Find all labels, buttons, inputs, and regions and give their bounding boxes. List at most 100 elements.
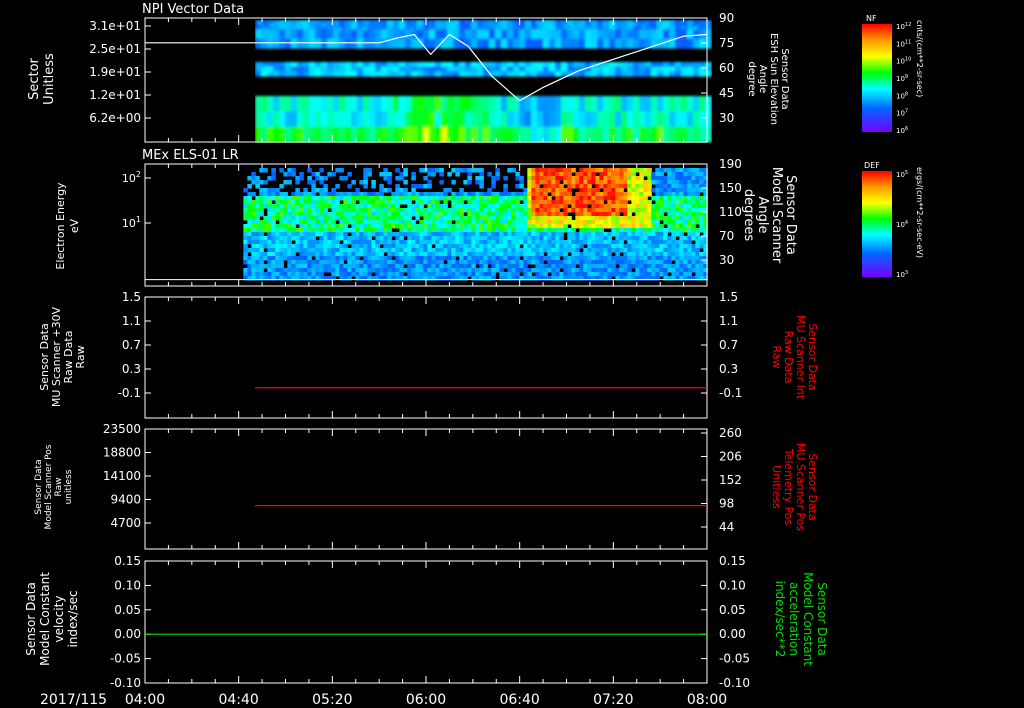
heatmap-cell — [387, 188, 392, 193]
heatmap-cell — [327, 62, 334, 68]
heatmap-cell — [441, 96, 448, 112]
heatmap-cell — [487, 224, 492, 229]
heatmap-cell — [609, 29, 616, 40]
heatmap-cell — [403, 252, 408, 257]
heatmap-cell — [515, 232, 520, 237]
heatmap-cell — [591, 188, 596, 193]
heatmap-cell — [423, 260, 428, 265]
heatmap-cell — [611, 212, 616, 217]
colorbar-tick-label: 104 — [896, 220, 908, 229]
heatmap-cell — [479, 184, 484, 189]
heatmap-cell — [399, 208, 404, 213]
heatmap-cell — [667, 196, 672, 201]
heatmap-cell — [579, 71, 586, 77]
heatmap-cell — [257, 20, 261, 24]
heatmap-cell — [263, 188, 268, 193]
heatmap-cell — [595, 168, 600, 173]
heatmap-cell — [507, 212, 512, 217]
heatmap-cell — [375, 111, 382, 128]
heatmap-cell — [559, 168, 564, 173]
heatmap-cell — [303, 268, 308, 273]
heatmap-cell — [615, 71, 622, 77]
heatmap-cell — [483, 228, 488, 233]
heatmap-cell — [543, 38, 550, 49]
heatmap-cell — [267, 188, 272, 193]
heatmap-cell — [431, 240, 436, 245]
heatmap-cell — [455, 268, 460, 273]
heatmap-cell — [355, 208, 360, 213]
heatmap-cell — [275, 216, 280, 221]
heatmap-cell — [407, 252, 412, 257]
heatmap-cell — [423, 224, 428, 229]
heatmap-cell — [259, 204, 264, 209]
heatmap-cell — [291, 126, 298, 143]
heatmap-cell — [555, 180, 560, 185]
heatmap-cell — [659, 208, 664, 213]
heatmap-cell — [283, 212, 288, 217]
heatmap-cell — [307, 264, 312, 269]
heatmap-cell — [363, 236, 368, 241]
heatmap-cell — [299, 232, 304, 237]
heatmap-cell — [705, 111, 712, 128]
heatmap-cell — [467, 248, 472, 253]
heatmap-cell — [323, 196, 328, 201]
heatmap-cell — [667, 236, 672, 241]
heatmap-cell — [651, 264, 656, 269]
heatmap-cell — [487, 256, 492, 261]
heatmap-cell — [643, 192, 648, 197]
heatmap-cell — [489, 29, 496, 40]
heatmap-cell — [615, 204, 620, 209]
heatmap-cell — [271, 264, 276, 269]
heatmap-cell — [275, 188, 280, 193]
heatmap-cell — [483, 192, 488, 197]
panel4-ylabel-line3: Raw — [54, 478, 64, 497]
heatmap-cell — [295, 188, 300, 193]
heatmap-cell — [595, 256, 600, 261]
heatmap-cell — [499, 244, 504, 249]
heatmap-cell — [319, 196, 324, 201]
heatmap-cell — [527, 172, 532, 177]
heatmap-cell — [259, 168, 264, 173]
heatmap-cell — [563, 188, 568, 193]
heatmap-cell — [663, 208, 668, 213]
heatmap-cell — [607, 248, 612, 253]
heatmap-cell — [495, 168, 500, 173]
heatmap-cell — [499, 208, 504, 213]
heatmap-cell — [501, 96, 508, 112]
heatmap-cell — [415, 240, 420, 245]
heatmap-cell — [483, 256, 488, 261]
heatmap-cell — [255, 196, 260, 201]
heatmap-cell — [429, 23, 433, 27]
heatmap-cell — [603, 204, 608, 209]
colorbar-tick-label: 1010 — [896, 57, 911, 66]
heatmap-cell — [363, 272, 368, 277]
heatmap-cell — [243, 236, 248, 241]
heatmap-cell — [631, 176, 636, 181]
heatmap-cell — [391, 212, 396, 217]
heatmap-cell — [567, 208, 572, 213]
heatmap-cell — [515, 176, 520, 181]
heatmap-cell — [419, 236, 424, 241]
heatmap-cell — [427, 212, 432, 217]
heatmap-cell — [563, 212, 568, 217]
heatmap-cell — [339, 196, 344, 201]
heatmap-cell — [579, 240, 584, 245]
heatmap-cell — [431, 264, 436, 269]
heatmap-cell — [655, 268, 660, 273]
heatmap-cell — [309, 29, 316, 40]
heatmap-cell — [587, 252, 592, 257]
heatmap-cell — [475, 268, 480, 273]
heatmap-cell — [375, 224, 380, 229]
heatmap-cell — [603, 29, 610, 40]
heatmap-cell — [299, 208, 304, 213]
y-tick-label: 0.10 — [114, 578, 141, 592]
heatmap-cell — [679, 264, 684, 269]
heatmap-cell — [429, 111, 436, 128]
heatmap-cell — [291, 66, 298, 72]
panel2-heatmap — [243, 168, 708, 281]
heatmap-cell — [399, 272, 404, 277]
heatmap-cell — [495, 176, 500, 181]
heatmap-cell — [255, 38, 262, 49]
heatmap-cell — [651, 20, 658, 30]
heatmap-cell — [549, 111, 556, 128]
